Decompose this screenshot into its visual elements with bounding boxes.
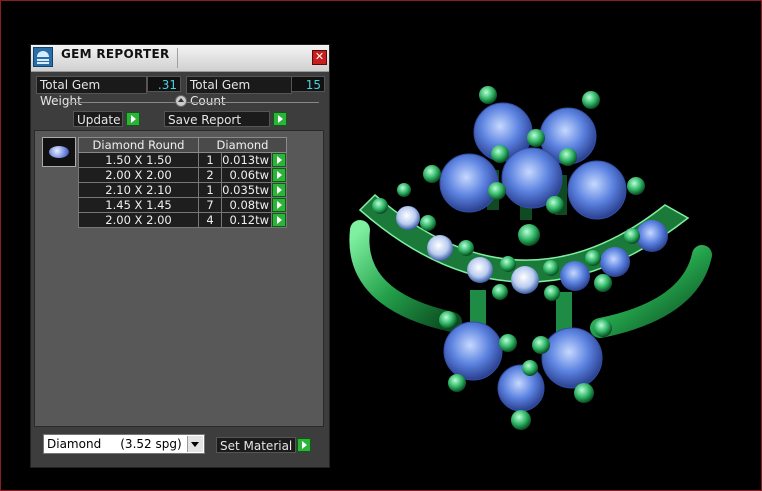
gem-weight: 0.12tw <box>221 212 272 228</box>
play-arrow-icon[interactable] <box>297 438 311 452</box>
gem-qty: 4 <box>198 212 222 228</box>
total-gem-weight-label: Total Gem Weight <box>36 76 147 108</box>
column-header: Diamond <box>198 137 287 153</box>
column-header: Diamond Round <box>78 137 199 153</box>
gem-size: 1.50 X 1.50 <box>78 152 199 168</box>
gem-list-area: Diamond Round Diamond 1.50 X 1.50 1 0.01… <box>34 130 324 427</box>
top-cluster <box>439 102 627 220</box>
gem-size: 2.10 X 2.10 <box>78 182 199 198</box>
table-header-row: Diamond Round Diamond <box>78 137 287 153</box>
gem-size: 1.45 X 1.45 <box>78 197 199 213</box>
gem-size: 2.00 X 2.00 <box>78 167 199 183</box>
material-selected-value: Diamond (3.52 spg) <box>47 437 182 451</box>
play-arrow-icon[interactable] <box>272 198 286 212</box>
gem-weight: 0.035tw <box>221 182 272 198</box>
gem-weight: 0.08tw <box>221 197 272 213</box>
update-button[interactable]: Update <box>73 111 123 127</box>
gem-size: 2.00 X 2.00 <box>78 212 199 228</box>
play-arrow-icon[interactable] <box>272 213 286 227</box>
gem-qty: 7 <box>198 197 222 213</box>
center-bead <box>518 224 540 246</box>
panel-titlebar[interactable]: GEM REPORTER ✕ <box>31 45 329 72</box>
gem-weight: 0.013tw <box>221 152 272 168</box>
total-gem-weight-value: .31 <box>147 76 181 92</box>
play-arrow-icon[interactable] <box>272 153 286 167</box>
gem-table: Diamond Round Diamond 1.50 X 1.50 1 0.01… <box>78 137 287 228</box>
3d-viewport[interactable] <box>330 70 750 440</box>
gem-qty: 1 <box>198 182 222 198</box>
table-row[interactable]: 2.00 X 2.00 4 0.12tw <box>78 212 287 228</box>
play-arrow-icon[interactable] <box>273 112 287 126</box>
gem-reporter-panel: GEM REPORTER ✕ Total Gem Weight .31 Tota… <box>30 44 330 468</box>
total-gem-count-value: 15 <box>291 76 325 92</box>
play-arrow-icon[interactable] <box>272 183 286 197</box>
titlebar-separator <box>177 48 178 68</box>
close-icon[interactable]: ✕ <box>312 50 327 65</box>
gem-qty: 1 <box>198 152 222 168</box>
set-material-button[interactable]: Set Material <box>216 437 296 453</box>
gem-reporter-icon <box>33 47 53 67</box>
chevron-down-icon[interactable] <box>187 436 203 452</box>
table-row[interactable]: 2.00 X 2.00 2 0.06tw <box>78 167 287 183</box>
panel-title: GEM REPORTER <box>61 47 170 61</box>
collapse-toggle[interactable] <box>175 95 187 107</box>
gem-thumbnail-icon[interactable] <box>42 137 76 167</box>
table-row[interactable]: 2.10 X 2.10 1 0.035tw <box>78 182 287 198</box>
save-report-button[interactable]: Save Report <box>164 111 270 127</box>
panel-splitter <box>69 102 319 103</box>
table-row[interactable]: 1.50 X 1.50 1 0.013tw <box>78 152 287 168</box>
play-arrow-icon[interactable] <box>126 112 140 126</box>
material-select[interactable]: Diamond (3.52 spg) <box>43 434 205 454</box>
table-row[interactable]: 1.45 X 1.45 7 0.08tw <box>78 197 287 213</box>
play-arrow-icon[interactable] <box>272 168 286 182</box>
total-gem-count-label: Total Gem Count <box>186 76 292 108</box>
gem-weight: 0.06tw <box>221 167 272 183</box>
gem-qty: 2 <box>198 167 222 183</box>
jewelry-model <box>349 86 712 430</box>
